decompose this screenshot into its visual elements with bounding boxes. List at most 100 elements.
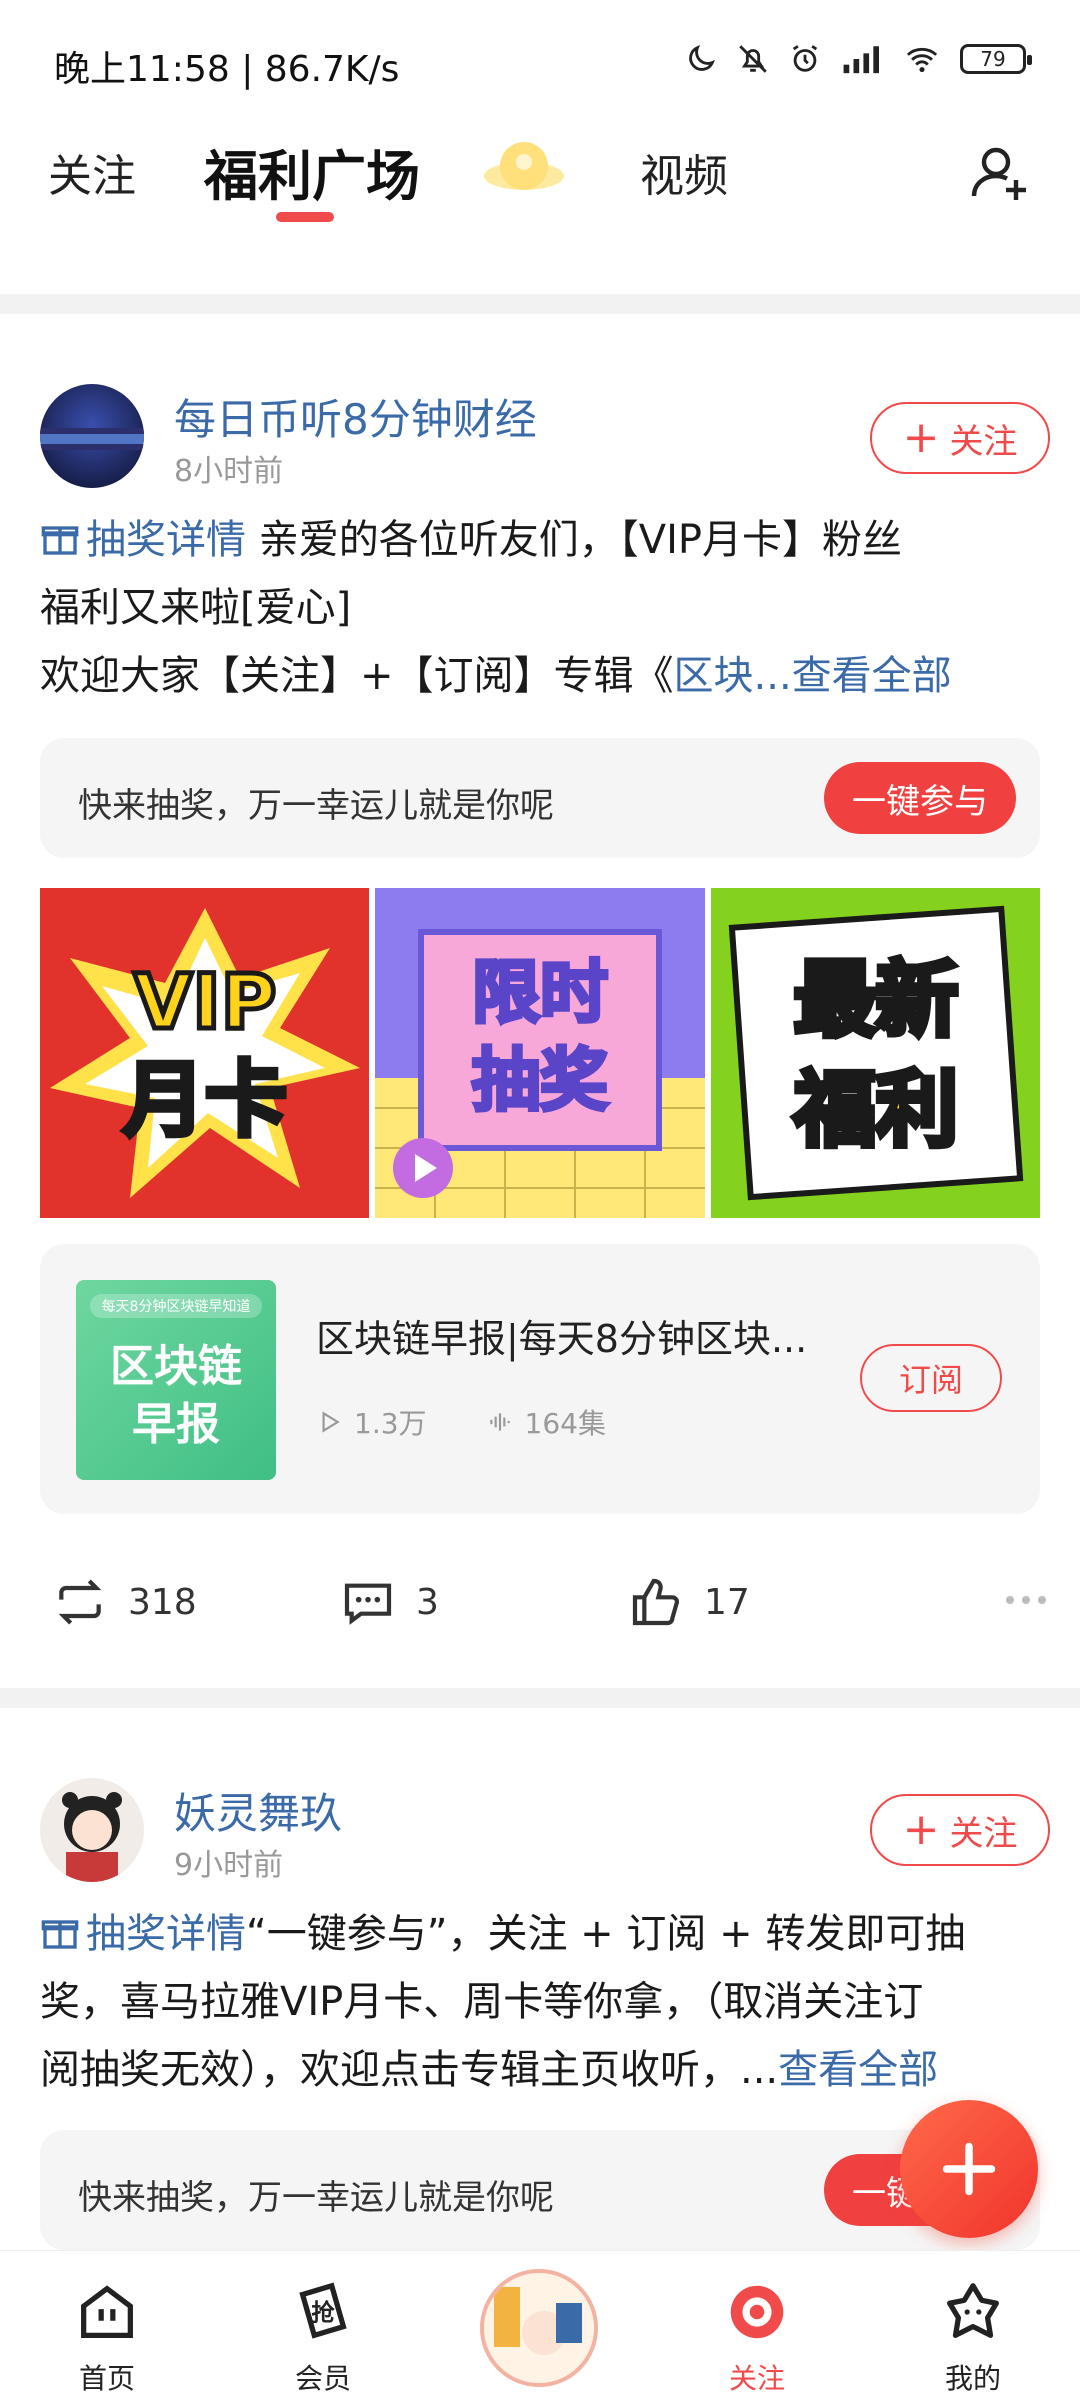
repost-count: 318 xyxy=(128,1581,197,1623)
comment-count: 3 xyxy=(416,1581,439,1623)
image-limited-lottery[interactable]: 限时 抽奖 xyxy=(375,888,705,1218)
album-cover-tag: 每天8分钟区块链早知道 xyxy=(90,1294,262,1318)
welfare-text: 福利 xyxy=(793,1063,958,1158)
follow-button[interactable]: + 关注 xyxy=(870,1794,1050,1866)
vip-burst-graphic: VIP 月卡 xyxy=(50,908,360,1198)
monthly-card-text: 月卡 xyxy=(123,1053,287,1148)
post-text[interactable]: 抽奖详情“一键参与”，关注 + 订阅 + 转发即可抽 奖，喜马拉雅VIP月卡、周… xyxy=(40,1900,1040,2104)
join-lottery-button[interactable]: 一键参与 xyxy=(824,762,1016,834)
more-options-icon[interactable] xyxy=(1006,1596,1046,1604)
album-title[interactable]: 区块链早报|每天8分钟区块... xyxy=(316,1308,836,1363)
tab-follow[interactable]: 关注 xyxy=(48,140,136,204)
author-avatar[interactable] xyxy=(40,1778,144,1882)
lottery-text: 抽奖 xyxy=(472,1042,608,1121)
image-latest-welfare[interactable]: 最新 福利 xyxy=(710,888,1040,1218)
post-time: 8小时前 xyxy=(174,454,284,489)
image-grid: VIP 月卡 限时 抽奖 最新 福利 xyxy=(40,888,1040,1218)
post-text-line: 欢迎大家【关注】+【订阅】专辑《 xyxy=(40,653,674,699)
avatar-graphic xyxy=(62,1792,122,1882)
bell-off-icon xyxy=(739,45,767,73)
center-avatar-graphic xyxy=(484,2273,594,2383)
post-text[interactable]: 抽奖详情 亲爱的各位听友们，【VIP月卡】粉丝 福利又来啦[爱心] 欢迎大家【关… xyxy=(40,506,1040,710)
active-tab-indicator xyxy=(276,212,334,222)
follow-button[interactable]: + 关注 xyxy=(870,402,1050,474)
center-avatar[interactable] xyxy=(480,2269,598,2387)
repost-button[interactable]: 318 xyxy=(52,1574,197,1630)
plus-icon: + xyxy=(902,1804,940,1855)
comment-button[interactable]: 3 xyxy=(340,1574,439,1630)
follow-icon xyxy=(730,2285,784,2339)
nav-profile-label: 我的 xyxy=(944,2362,1001,2395)
vip-text: VIP xyxy=(134,957,277,1046)
play-icon xyxy=(322,1411,340,1433)
bottom-nav: 首页 抢 会员 关注 我的 xyxy=(0,2250,1080,2400)
album-card[interactable]: 每天8分钟区块链早知道 区块链 早报 区块链早报|每天8分钟区块... 1.3万… xyxy=(40,1244,1040,1514)
album-cover-title: 区块链 xyxy=(110,1341,242,1392)
repost-icon xyxy=(58,1579,102,1625)
nav-follow-label: 关注 xyxy=(728,2362,785,2395)
status-bar: 晚上11:58 | 86.7K/s 79 xyxy=(0,0,1080,120)
post-card: 每日币听8分钟财经 8小时前 + 关注 抽奖详情 亲爱的各位听友们，【VIP月卡… xyxy=(0,314,1080,1688)
lottery-prompt: 快来抽奖，万一幸运儿就是你呢 xyxy=(78,2178,554,2218)
subscribe-button[interactable]: 订阅 xyxy=(860,1344,1002,1412)
status-icons: 79 xyxy=(684,42,1032,76)
episodes-icon xyxy=(489,1413,510,1431)
create-post-button[interactable] xyxy=(900,2100,1038,2238)
post-text-line: 阅抽奖无效），欢迎点击专辑主页收听，... xyxy=(40,2047,779,2093)
latest-text: 最新 xyxy=(794,953,958,1048)
lottery-box: 快来抽奖，万一幸运儿就是你呢 一键参与 xyxy=(40,2130,1040,2250)
tab-welfare-square[interactable]: 福利广场 xyxy=(204,132,420,211)
post-text-line: 福利又来啦[爱心] xyxy=(40,585,352,631)
battery-level: 79 xyxy=(980,47,1006,71)
gift-icon xyxy=(41,1920,79,1949)
album-link[interactable]: 区块... xyxy=(674,653,792,699)
follow-label: 关注 xyxy=(949,1813,1018,1854)
lottery-details-link[interactable]: 抽奖详情 xyxy=(86,1911,246,1957)
add-friend-icon[interactable] xyxy=(968,140,1032,204)
album-cover-subtitle: 早报 xyxy=(132,1399,220,1450)
author-name[interactable]: 妖灵舞玖 xyxy=(174,1780,342,1841)
lottery-prompt: 快来抽奖，万一幸运儿就是你呢 xyxy=(78,786,554,826)
like-count: 17 xyxy=(704,1581,750,1623)
album-cover[interactable]: 每天8分钟区块链早知道 区块链 早报 xyxy=(76,1280,276,1480)
comment-icon xyxy=(344,1583,392,1625)
welfare-graphic: 最新 福利 xyxy=(728,905,1023,1201)
limited-time-text: 限时 xyxy=(472,954,608,1033)
lucky-graphic: 限时 抽奖 xyxy=(375,888,705,1218)
episode-count: 164集 xyxy=(524,1407,606,1440)
plus-icon xyxy=(942,2142,996,2196)
post-text-line: 亲爱的各位听友们，【VIP月卡】粉丝 xyxy=(246,517,902,563)
author-name[interactable]: 每日币听8分钟财经 xyxy=(174,386,537,447)
moon-sun-icon[interactable] xyxy=(478,128,570,208)
post-text-line: 奖，喜马拉雅VIP月卡、周卡等你拿，（取消关注订 xyxy=(40,1979,924,2025)
lottery-box: 快来抽奖，万一幸运儿就是你呢 一键参与 xyxy=(40,738,1040,858)
battery-indicator: 79 xyxy=(960,44,1032,74)
top-nav: 关注 福利广场 视频 xyxy=(0,120,1080,240)
nav-member-label: 会员 xyxy=(294,2362,351,2395)
home-icon xyxy=(81,2285,133,2338)
like-button[interactable]: 17 xyxy=(628,1574,750,1630)
post-text-line: “一键参与”，关注 + 订阅 + 转发即可抽 xyxy=(246,1911,966,1957)
play-count: 1.3万 xyxy=(354,1407,427,1440)
section-divider xyxy=(0,294,1080,314)
alarm-icon xyxy=(792,45,818,72)
lottery-details-link[interactable]: 抽奖详情 xyxy=(86,517,246,563)
image-vip-card[interactable]: VIP 月卡 xyxy=(40,888,370,1218)
see-all-link[interactable]: 查看全部 xyxy=(792,653,952,699)
tab-video[interactable]: 视频 xyxy=(640,140,728,204)
follow-label: 关注 xyxy=(949,421,1018,462)
svg-text:抢: 抢 xyxy=(311,2299,335,2327)
avatar-graphic xyxy=(40,428,144,450)
gift-icon xyxy=(41,526,79,555)
status-time: 晚上11:58 | 86.7K/s xyxy=(54,49,400,90)
album-meta: 1.3万 164集 xyxy=(316,1402,606,1442)
author-avatar[interactable] xyxy=(40,384,144,488)
wifi-icon xyxy=(906,47,938,73)
see-all-link[interactable]: 查看全部 xyxy=(778,2047,938,2093)
section-divider xyxy=(0,1688,1080,1708)
plus-icon: + xyxy=(902,412,940,463)
post-time: 9小时前 xyxy=(174,1848,284,1883)
thumbs-up-icon xyxy=(632,1578,680,1626)
profile-icon xyxy=(947,2283,999,2338)
member-icon: 抢 xyxy=(299,2282,347,2339)
